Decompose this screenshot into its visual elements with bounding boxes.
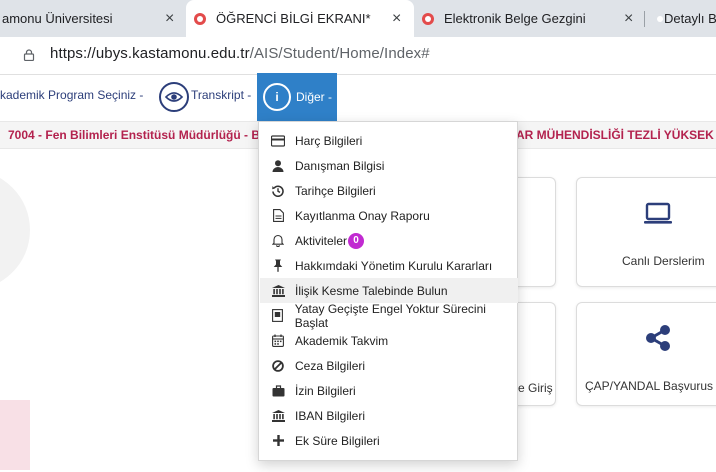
online-courses-card[interactable]: Canlı Derslerim xyxy=(576,177,716,287)
menu-item-label: Ek Süre Bilgileri xyxy=(295,433,380,448)
history-icon xyxy=(271,184,285,198)
report-icon xyxy=(271,209,285,223)
menu-item-label: Kayıtlanma Onay Raporu xyxy=(295,208,430,223)
tab-title: amonu Üniversitesi xyxy=(2,11,113,26)
menu-item-advisor[interactable]: Danışman Bilgisi xyxy=(260,153,518,178)
menu-item-label: Hakkımdaki Yönetim Kurulu Kararları xyxy=(295,258,493,273)
laptop-icon xyxy=(644,202,672,224)
bank-icon xyxy=(271,409,285,423)
menu-item-label: Ceza Bilgileri xyxy=(295,358,366,373)
background-decoration xyxy=(0,400,30,470)
tab-document-browser[interactable]: Elektronik Belge Gezgini × xyxy=(414,0,644,37)
menu-item-penalties[interactable]: Ceza Bilgileri xyxy=(260,353,518,378)
url-host: https://ubys.kastamonu.edu.tr xyxy=(50,45,250,62)
url-path: /AIS/Student/Home/Index# xyxy=(249,45,430,62)
institution-icon xyxy=(271,284,285,298)
menu-item-activities[interactable]: Aktiviteler 0 xyxy=(260,228,518,253)
menu-item-label: Akademik Takvim xyxy=(295,333,389,348)
menu-item-label: İzin Bilgileri xyxy=(295,383,356,398)
credit-card-icon xyxy=(271,134,285,148)
ban-icon xyxy=(271,359,285,373)
close-icon[interactable]: × xyxy=(392,10,401,28)
other-menu-label[interactable]: Diğer - xyxy=(296,90,332,104)
favicon-icon xyxy=(422,12,434,25)
tab-title: Elektronik Belge Gezgini xyxy=(444,11,586,26)
menu-item-leave[interactable]: İzin Bilgileri xyxy=(260,378,518,403)
menu-item-iban[interactable]: IBAN Bilgileri xyxy=(260,403,518,428)
transcript-menu[interactable]: Transkript - xyxy=(191,88,251,102)
tab-title: ÖĞRENCİ BİLGİ EKRANI* xyxy=(216,11,371,26)
menu-item-fees[interactable]: Harç Bilgileri xyxy=(260,128,518,153)
menu-item-label: Danışman Bilgisi xyxy=(295,158,385,173)
menu-item-label: İlişik Kesme Talebinde Bulun xyxy=(295,283,448,298)
menu-item-label: Harç Bilgileri xyxy=(295,133,363,148)
pin-icon xyxy=(271,259,285,273)
favicon-icon xyxy=(194,12,206,25)
menu-item-withdrawal-request[interactable]: İlişik Kesme Talebinde Bulun xyxy=(260,278,518,303)
bell-icon xyxy=(271,234,285,248)
user-icon xyxy=(271,159,285,173)
browser-tab-bar: amonu Üniversitesi × ÖĞRENCİ BİLGİ EKRAN… xyxy=(0,0,716,37)
share-icon xyxy=(646,325,670,351)
menu-item-extra-time[interactable]: Ek Süre Bilgileri xyxy=(260,428,518,453)
menu-item-label: Tarihçe Bilgileri xyxy=(295,183,376,198)
menu-item-academic-calendar[interactable]: Akademik Takvim xyxy=(260,328,518,353)
program-banner-right: AR MÜHENDİSLİĞİ TEZLİ YÜKSEK Lİ xyxy=(516,128,716,142)
cap-yandal-card[interactable]: ÇAP/YANDAL Başvurus xyxy=(576,302,716,406)
menu-item-label: Yatay Geçişte Engel Yoktur Sürecini Başl… xyxy=(294,301,486,330)
program-banner-left: 7004 - Fen Bilimleri Enstitüsü Müdürlüğü… xyxy=(8,128,267,142)
program-select-menu[interactable]: kademik Program Seçiniz - xyxy=(0,88,143,102)
background-decoration xyxy=(0,170,30,290)
close-icon[interactable]: × xyxy=(165,10,174,28)
briefcase-icon xyxy=(271,384,285,398)
partial-entry-label: e Giriş xyxy=(518,381,553,395)
activity-count-badge: 0 xyxy=(348,232,365,249)
tab-university[interactable]: amonu Üniversitesi × xyxy=(0,0,180,37)
tab-student-info[interactable]: ÖĞRENCİ BİLGİ EKRANI* × xyxy=(186,0,414,37)
tab-title: Detaylı B xyxy=(664,11,716,26)
document-icon xyxy=(271,309,285,323)
url-text[interactable]: https://ubys.kastamonu.edu.tr/AIS/Studen… xyxy=(50,45,430,62)
calendar-icon xyxy=(271,334,285,348)
tab-details[interactable]: Detaylı B xyxy=(645,0,716,37)
other-dropdown-menu: Harç Bilgileri Danışman Bilgisi Tarihçe … xyxy=(258,121,518,461)
menu-item-registration-report[interactable]: Kayıtlanma Onay Raporu xyxy=(260,203,518,228)
menu-item-horizontal-transfer[interactable]: Yatay Geçişte Engel Yoktur Sürecini Başl… xyxy=(260,301,518,330)
menu-item-label: Aktiviteler xyxy=(295,233,348,248)
menu-item-label: IBAN Bilgileri xyxy=(295,408,366,423)
eye-icon[interactable] xyxy=(159,82,189,112)
online-courses-label: Canlı Derslerim xyxy=(622,254,705,268)
info-icon[interactable]: i xyxy=(263,83,291,111)
plus-icon xyxy=(271,434,285,448)
menu-item-board-decisions[interactable]: Hakkımdaki Yönetim Kurulu Kararları xyxy=(260,253,518,278)
close-icon[interactable]: × xyxy=(624,10,633,28)
site-info-icon[interactable] xyxy=(23,49,35,61)
cap-yandal-label: ÇAP/YANDAL Başvurus xyxy=(585,379,714,393)
menu-item-history[interactable]: Tarihçe Bilgileri xyxy=(260,178,518,203)
